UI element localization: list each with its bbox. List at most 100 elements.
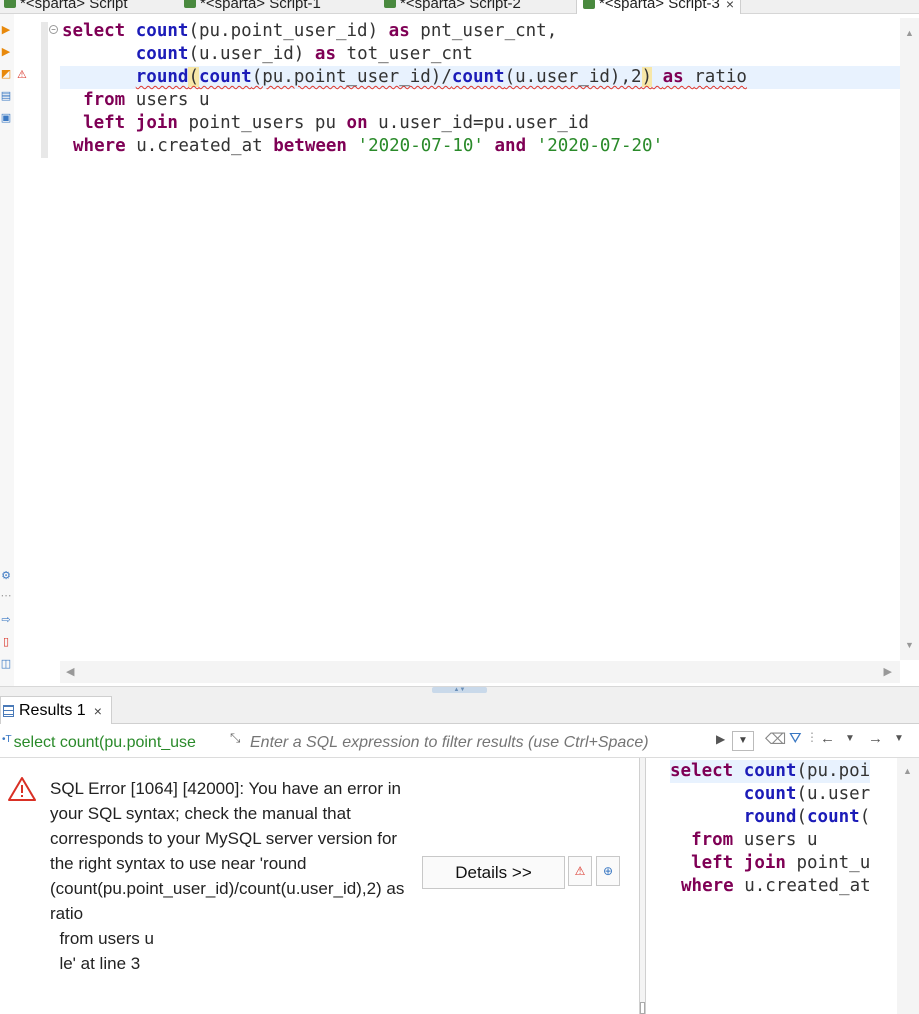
warning-icon: ⚠ — [17, 69, 27, 81]
code-text: tot_user_cnt — [346, 44, 473, 64]
tab-script-2[interactable]: *<sparta> Script-2 — [384, 0, 521, 14]
code-text: (pu.point_user_id) — [188, 21, 379, 41]
keyword: left — [691, 853, 734, 873]
scroll-up-icon[interactable]: ▲ — [903, 766, 912, 776]
expand-icon[interactable]: ⤡ — [230, 730, 240, 746]
sql-script-icon — [184, 0, 196, 8]
preview-vertical-scrollbar[interactable]: ▲ — [897, 758, 919, 1014]
explain-plan-icon[interactable]: ◩ — [0, 68, 12, 80]
keyword: from — [83, 90, 126, 110]
file-error-icon[interactable]: ▯ — [0, 636, 12, 648]
forward-arrow-icon[interactable]: → — [868, 730, 883, 747]
execute-script-icon[interactable]: ▶ — [0, 46, 12, 58]
function: round — [135, 67, 189, 87]
console-icon[interactable]: ▣ — [0, 112, 12, 124]
code-text: (u.user — [796, 784, 871, 804]
matching-bracket: ( — [188, 67, 199, 87]
gear-icon[interactable]: ⚙ — [0, 570, 12, 582]
code-text: u.created_at — [744, 876, 871, 896]
filter-icon[interactable]: ⛛ — [789, 730, 802, 747]
more-icon[interactable]: ⋮ — [806, 730, 818, 744]
sql-script-icon — [384, 0, 396, 8]
chevron-down-icon[interactable]: ▼ — [894, 733, 904, 744]
apply-filter-icon[interactable]: ▶ — [716, 732, 725, 746]
tab-results-1[interactable]: Results 1 × — [0, 696, 112, 724]
filter-history-dropdown[interactable]: ▼ — [732, 731, 754, 751]
error-panel: SQL Error [1064] [42000]: You have an er… — [0, 758, 640, 1014]
code-line-5: left join point_users pu on u.user_id=pu… — [62, 112, 589, 135]
preview-line-2: count(u.user — [670, 783, 870, 806]
scroll-down-icon[interactable]: ▼ — [905, 640, 914, 650]
variables-icon[interactable]: ◫ — [0, 658, 12, 670]
function: count — [743, 761, 797, 781]
editor-tab-bar: *<sparta> Script *<sparta> Script-1 *<sp… — [0, 0, 919, 14]
eraser-icon[interactable]: ⌫ — [765, 730, 786, 748]
matching-bracket: ) — [641, 67, 653, 87]
load-plan-icon[interactable]: ▤ — [0, 90, 12, 102]
export-icon[interactable]: ⇨ — [0, 614, 12, 626]
error-message: SQL Error [1064] [42000]: You have an er… — [50, 779, 405, 973]
function: count — [135, 21, 189, 41]
keyword: and — [494, 136, 527, 156]
code-text: users u — [135, 90, 210, 110]
back-arrow-icon[interactable]: ← — [820, 730, 835, 747]
panel-splitter[interactable]: ▲▼ — [0, 686, 919, 694]
editor-horizontal-scrollbar[interactable]: ◀ ▶ — [60, 661, 900, 683]
editor-vertical-scrollbar[interactable]: ▲ ▼ — [900, 18, 919, 660]
code-text: u.user_id=pu.user_id — [378, 113, 589, 133]
code-text: point_u — [796, 853, 871, 873]
tab-label: *<sparta> Script-2 — [400, 0, 521, 12]
function: count — [451, 67, 505, 87]
preview-line-6: where u.created_at — [681, 875, 871, 898]
results-tab-label: Results 1 — [19, 701, 86, 719]
code-line-4: from users u — [62, 89, 210, 112]
query-label[interactable]: •T select count(pu.point_use — [2, 734, 224, 752]
scroll-right-icon[interactable]: ▶ — [884, 665, 892, 678]
code-text: ( — [859, 807, 871, 827]
filter-input[interactable] — [250, 731, 712, 755]
query-label-text: select count(pu.point_use — [13, 734, 196, 751]
preview-line-3: round(count( — [670, 806, 870, 829]
code-line-6: where u.created_at between '2020-07-10' … — [73, 135, 663, 158]
splitter-grip-icon[interactable]: ▲▼ — [432, 687, 487, 693]
line-ruler — [41, 22, 48, 158]
results-tab-bar: Results 1 × — [0, 694, 919, 724]
keyword: from — [691, 830, 734, 850]
tab-label: *<sparta> Script-3 — [599, 0, 720, 12]
execute-icon[interactable]: ▶ — [0, 24, 12, 36]
chevron-down-icon[interactable]: ▼ — [845, 733, 855, 744]
close-icon[interactable]: × — [726, 0, 734, 12]
function: count — [743, 784, 797, 804]
tab-script[interactable]: *<sparta> Script — [4, 0, 128, 14]
scroll-left-icon[interactable]: ◀ — [66, 665, 74, 678]
code-line-3: round(count(pu.point_user_id)/count(u.us… — [62, 66, 747, 89]
fold-toggle-icon[interactable]: − — [49, 25, 58, 34]
code-text: ratio — [694, 67, 747, 87]
preview-line-5: left join point_u — [670, 852, 870, 875]
left-toolbar: ▶ ▶ ◩ ▤ ▣ ⚙ ⋯ ⇨ ▯ ◫ — [0, 14, 14, 690]
keyword: join — [135, 113, 178, 133]
more-icon[interactable]: ⋯ — [0, 590, 12, 602]
code-text: (pu.point_user_id)/ — [251, 67, 452, 87]
keyword: between — [273, 136, 347, 156]
keyword: as — [388, 21, 410, 41]
close-icon[interactable]: × — [94, 703, 102, 719]
function: round — [743, 807, 797, 827]
keyword: as — [314, 44, 336, 64]
chevron-down-icon: ▼ — [738, 735, 748, 746]
tab-script-1[interactable]: *<sparta> Script-1 — [184, 0, 321, 14]
code-text: (u.user_id),2 — [504, 67, 642, 87]
error-warning-icon — [8, 777, 36, 801]
preview-line-4: from users u — [670, 829, 817, 852]
scroll-up-icon[interactable]: ▲ — [905, 28, 914, 38]
splitter-knob[interactable] — [640, 1002, 645, 1014]
error-log-icon[interactable]: ⚠ — [568, 856, 592, 886]
results-filter-bar: •Tselect count(pu.point_use ⤡ ▶ ▼ ⌫ ⛛ ⋮ … — [0, 724, 919, 758]
sql-script-icon — [4, 0, 16, 8]
tab-label: *<sparta> Script — [20, 0, 128, 12]
error-preview-splitter[interactable] — [639, 758, 646, 1014]
tab-script-3[interactable]: *<sparta> Script-3 × — [576, 0, 742, 14]
crosshair-icon[interactable]: ⊕ — [596, 856, 620, 886]
details-button[interactable]: Details >> — [422, 856, 565, 889]
syntax-error-underline: round(count(pu.point_user_id)/count(u.us… — [136, 67, 747, 87]
